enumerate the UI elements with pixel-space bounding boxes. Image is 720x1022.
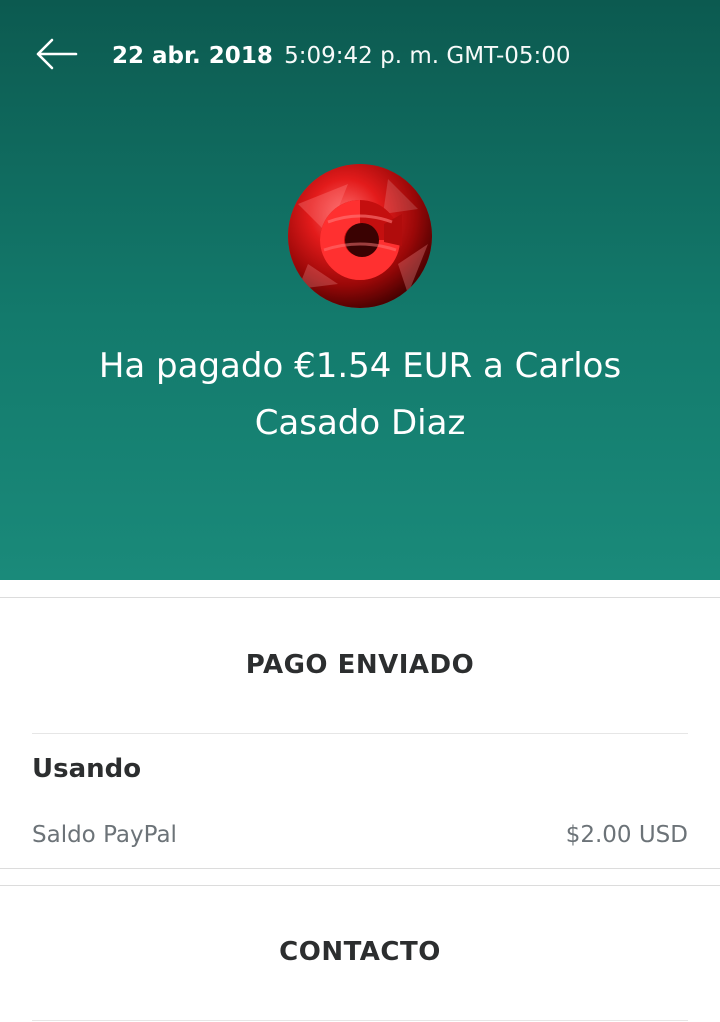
funding-source-name: Saldo PayPal (32, 822, 177, 848)
transaction-time: 5:09:42 p. m. GMT-05:00 (284, 43, 571, 69)
red-c-logo-avatar (288, 164, 432, 308)
contact-heading: CONTACTO (279, 937, 441, 967)
section-divider (0, 597, 720, 598)
transaction-title-line2: Casado Diaz (254, 403, 466, 443)
back-button[interactable] (34, 36, 78, 72)
transaction-title-line1: Ha pagado €1.54 EUR a Carlos (98, 346, 622, 386)
row-divider (32, 1020, 688, 1021)
transaction-date: 22 abr. 2018 (112, 43, 273, 69)
payment-status-heading: PAGO ENVIADO (245, 650, 475, 680)
row-divider (32, 733, 688, 734)
funding-source-label: Usando (32, 754, 142, 784)
section-divider (0, 868, 720, 869)
section-divider (0, 885, 720, 886)
transaction-title: Ha pagado €1.54 EUR a Carlos Casado Diaz (60, 338, 660, 452)
transaction-header: 22 abr. 2018 5:09:42 p. m. GMT-05:00 Ha … (0, 0, 720, 580)
transaction-datetime: 22 abr. 2018 5:09:42 p. m. GMT-05:00 (112, 40, 571, 72)
funding-source-amount: $2.00 USD (565, 822, 688, 848)
recipient-avatar (288, 164, 432, 308)
arrow-left-icon (36, 38, 78, 70)
